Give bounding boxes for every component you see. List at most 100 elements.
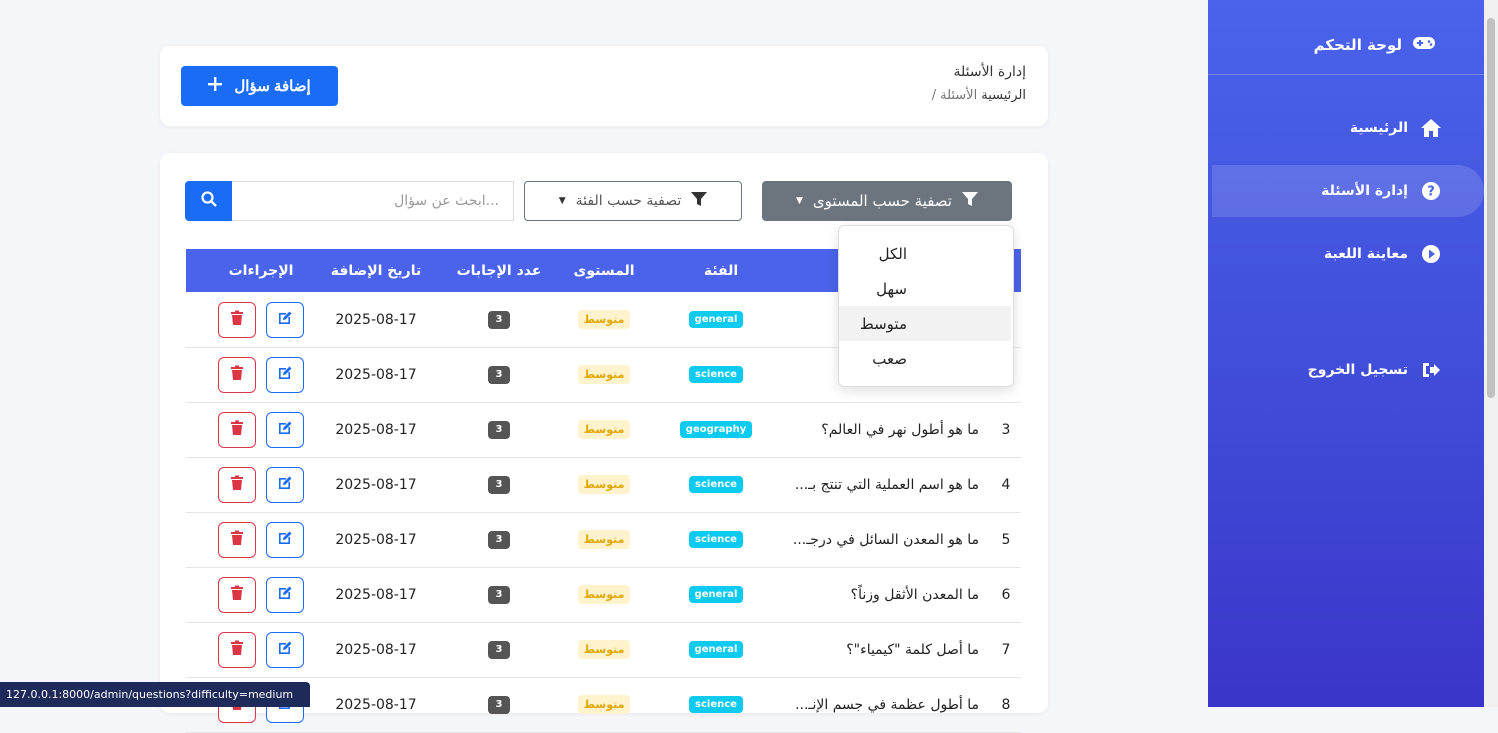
- level-badge: متوسط: [577, 475, 631, 494]
- delete-button[interactable]: [218, 356, 256, 393]
- row-question: ما المعدن الأثقل وزناً؟: [850, 586, 979, 603]
- trash-icon: [230, 530, 244, 550]
- dropdown-option-easy[interactable]: سهل: [839, 271, 1011, 306]
- question-circle-icon: ?: [1420, 180, 1442, 202]
- filter-icon: [962, 191, 978, 211]
- sidebar-item-game-preview[interactable]: معاينة اللعبة: [1208, 228, 1484, 280]
- svg-text:?: ?: [1427, 185, 1435, 200]
- page-scrollbar[interactable]: [1484, 0, 1498, 707]
- row-date: 2025-08-17: [335, 311, 417, 328]
- play-circle-icon: [1420, 243, 1442, 265]
- level-badge: متوسط: [577, 420, 631, 439]
- table-row: 8 ما أطول عظمة في جسم الإنـ... science متوس…: [186, 677, 1021, 733]
- search-placeholder: ابحث عن سؤال...: [394, 193, 499, 209]
- sidebar-divider: [1208, 74, 1484, 75]
- search-input[interactable]: ابحث عن سؤال...: [232, 181, 514, 221]
- delete-button[interactable]: [218, 521, 256, 558]
- sidebar-item-label: تسجيل الخروج: [1307, 362, 1408, 378]
- edit-button[interactable]: [266, 576, 304, 613]
- category-filter-button[interactable]: تصفية حسب الفئة ▼: [524, 181, 742, 221]
- caret-down-icon: ▼: [558, 196, 566, 206]
- row-number: 5: [1001, 531, 1011, 548]
- edit-button[interactable]: [266, 356, 304, 393]
- page-title: إدارة الأسئلة: [953, 64, 1026, 80]
- edit-button[interactable]: [266, 466, 304, 503]
- edit-button[interactable]: [266, 301, 304, 338]
- sidebar-item-questions[interactable]: ? إدارة الأسئلة: [1212, 165, 1484, 217]
- category-badge: science: [689, 696, 743, 713]
- sidebar-brand-label: لوحة التحكم: [1313, 36, 1402, 54]
- sidebar-brand[interactable]: لوحة التحكم: [1314, 30, 1436, 60]
- level-badge: متوسط: [577, 640, 631, 659]
- level-badge: متوسط: [577, 585, 631, 604]
- add-question-label: إضافة سؤال: [234, 78, 311, 95]
- plus-icon: [208, 77, 223, 95]
- edit-button[interactable]: [266, 631, 304, 668]
- breadcrumb-separator: /: [931, 88, 937, 103]
- trash-icon: [230, 585, 244, 605]
- search-button[interactable]: [185, 181, 232, 221]
- level-filter-button[interactable]: تصفية حسب المستوى ▼: [762, 181, 1012, 221]
- table-row: 6 ما المعدن الأثقل وزناً؟ general متوسط 3 202…: [186, 567, 1021, 623]
- sidebar-item-label: الرئيسية: [1349, 120, 1408, 136]
- status-bar-url: 127.0.0.1:8000/admin/questions?difficult…: [0, 682, 310, 707]
- edit-icon: [277, 530, 293, 550]
- edit-button[interactable]: [266, 521, 304, 558]
- edit-icon: [277, 365, 293, 385]
- row-date: 2025-08-17: [335, 586, 417, 603]
- edit-icon: [277, 585, 293, 605]
- delete-button[interactable]: [218, 301, 256, 338]
- row-date: 2025-08-17: [335, 531, 417, 548]
- edit-icon: [277, 640, 293, 660]
- trash-icon: [230, 365, 244, 385]
- sidebar-item-label: إدارة الأسئلة: [1321, 183, 1408, 199]
- row-date: 2025-08-17: [335, 696, 417, 713]
- delete-button[interactable]: [218, 411, 256, 448]
- answers-count-badge: 3: [488, 310, 510, 329]
- answers-count-badge: 3: [488, 695, 510, 714]
- delete-button[interactable]: [218, 466, 256, 503]
- sidebar-item-home[interactable]: الرئيسية: [1208, 102, 1484, 154]
- edit-button[interactable]: [266, 411, 304, 448]
- delete-button[interactable]: [218, 576, 256, 613]
- row-number: 8: [1001, 696, 1011, 713]
- gamepad-icon: [1412, 34, 1436, 56]
- filter-icon: [691, 191, 708, 211]
- row-date: 2025-08-17: [335, 421, 417, 438]
- dropdown-option-all[interactable]: الكل: [839, 236, 1011, 271]
- header-category: الفئة: [703, 262, 739, 279]
- category-badge: science: [689, 366, 743, 383]
- header-level: المستوى: [573, 262, 635, 279]
- category-badge: geography: [679, 421, 753, 438]
- trash-icon: [230, 310, 244, 330]
- category-badge: general: [688, 641, 744, 658]
- category-badge: science: [689, 531, 743, 548]
- logout-icon: [1420, 359, 1442, 381]
- row-date: 2025-08-17: [335, 366, 417, 383]
- breadcrumb-current: الأسئلة: [940, 88, 978, 103]
- answers-count-badge: 3: [488, 640, 510, 659]
- edit-icon: [277, 310, 293, 330]
- level-filter-dropdown: الكل سهل متوسط صعب: [838, 225, 1014, 387]
- row-question: ما هو اسم العملية التي تنتج بـ...: [794, 476, 979, 493]
- level-badge: متوسط: [577, 695, 631, 714]
- delete-button[interactable]: [218, 631, 256, 668]
- level-badge: متوسط: [577, 530, 631, 549]
- add-question-button[interactable]: إضافة سؤال: [181, 66, 338, 106]
- header-date: تاريخ الإضافة: [330, 262, 422, 279]
- table-row: 5 ما هو المعدن السائل في درجـ... science مت…: [186, 512, 1021, 568]
- dropdown-option-hard[interactable]: صعب: [839, 341, 1011, 376]
- row-number: 4: [1001, 476, 1011, 493]
- scrollbar-thumb[interactable]: [1487, 18, 1495, 398]
- row-question: ما هو أطول نهر في العالم؟: [821, 421, 979, 438]
- trash-icon: [230, 420, 244, 440]
- edit-icon: [277, 420, 293, 440]
- dropdown-option-medium[interactable]: متوسط: [839, 306, 1011, 341]
- sidebar-item-logout[interactable]: تسجيل الخروج: [1208, 344, 1484, 396]
- edit-icon: [277, 475, 293, 495]
- breadcrumb-home[interactable]: الرئيسية: [981, 88, 1026, 103]
- level-badge: متوسط: [577, 365, 631, 384]
- row-number: 6: [1001, 586, 1011, 603]
- table-row: 3 ما هو أطول نهر في العالم؟ geography متوسط…: [186, 402, 1021, 458]
- level-badge: متوسط: [577, 310, 631, 329]
